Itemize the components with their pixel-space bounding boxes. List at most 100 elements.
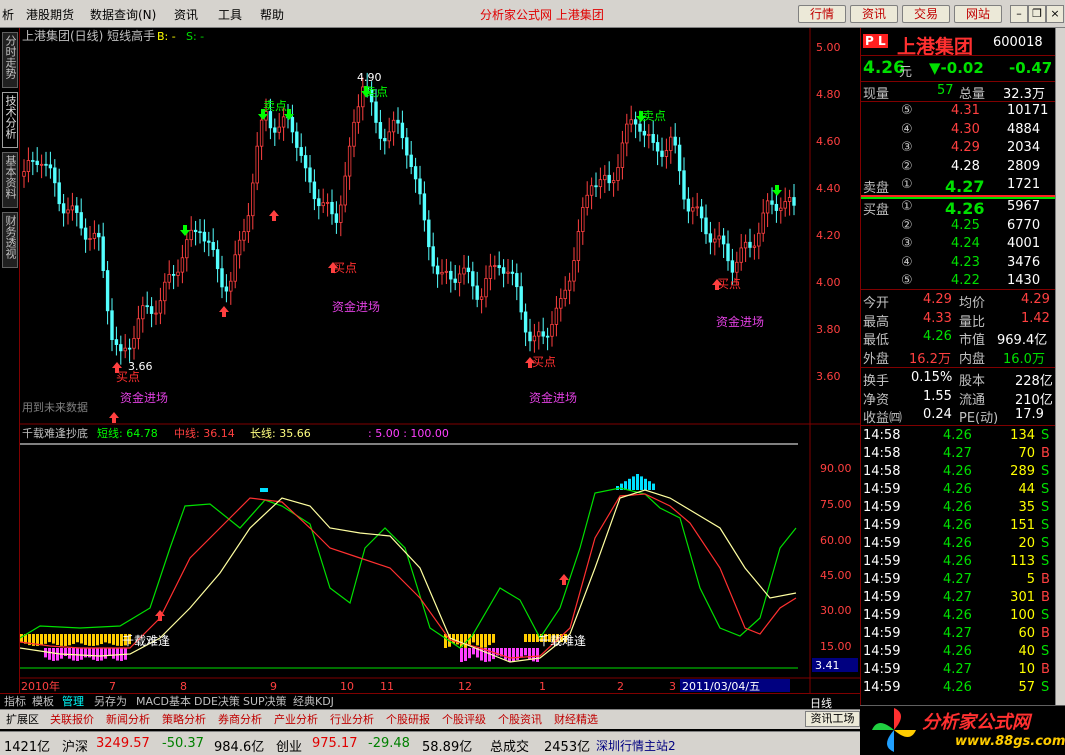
candle-body [594, 185, 598, 188]
sell-signal-label: 卖点 [263, 99, 287, 113]
menu-item-news[interactable]: 资讯 [174, 6, 198, 23]
status-cy-amount: 58.89亿 [422, 740, 473, 755]
ask-row: ④ 4.30 4884 [861, 122, 1056, 140]
func-broker[interactable]: 券商分析 [216, 712, 264, 728]
candle-body [167, 274, 171, 283]
candle-body [347, 145, 352, 177]
tick-time: 14:59 [863, 644, 901, 659]
func-rating[interactable]: 个股评级 [440, 712, 488, 728]
tick-side: S [1041, 608, 1050, 623]
pinwheel-icon [872, 708, 916, 752]
candle-body [251, 182, 255, 217]
quote-button[interactable]: 行情 [798, 5, 846, 23]
future-data-note: 用到未来数据 [22, 400, 88, 414]
tab-kdj[interactable]: 经典KDJ [293, 695, 334, 709]
tab-template[interactable]: 模板 [32, 695, 54, 709]
stat-row: 今开 4.29 均价 4.29 [861, 292, 1056, 311]
fund-label: 收益㈣ [863, 411, 903, 426]
indicator-bar [68, 634, 71, 646]
func-finance-select[interactable]: 财经精选 [552, 712, 600, 728]
tab-dde[interactable]: DDE决策 [194, 695, 240, 709]
ask-volume: 2809 [1007, 158, 1041, 174]
candle-body [176, 271, 180, 276]
status-total-amount: 2453亿 [544, 740, 591, 755]
func-stock-news[interactable]: 个股资讯 [496, 712, 544, 728]
fund-entry-label: 资金进场 [529, 390, 577, 405]
func-strategy[interactable]: 策略分析 [160, 712, 208, 728]
indicator-bar [528, 634, 531, 642]
chart-area[interactable]: 上港集团(日线) 短线高手 B: - S: - 5.00 4.80 4.60 4… [19, 28, 860, 693]
candle-body [66, 209, 70, 214]
bid-price: 4.26 [945, 199, 985, 218]
tick-side: B [1041, 590, 1050, 605]
tab-save-as[interactable]: 另存为 [94, 695, 127, 709]
func-news-analysis[interactable]: 新闻分析 [104, 712, 152, 728]
minimize-icon[interactable]: – [1010, 5, 1028, 23]
func-related-quote[interactable]: 关联报价 [48, 712, 96, 728]
menu-item-hk-futures[interactable]: 港股期货 [26, 6, 74, 23]
candle-body [704, 217, 708, 235]
tab-technical[interactable]: 技术分析 [2, 92, 18, 148]
indicator-bar [484, 634, 487, 648]
candle-body [625, 123, 629, 144]
tab-manage[interactable]: 管理 [62, 695, 84, 709]
tick-volume: 40 [1018, 644, 1035, 659]
func-sector[interactable]: 行业分析 [328, 712, 376, 728]
date-tick: 2 [617, 680, 624, 693]
tick-price: 4.27 [943, 626, 972, 641]
indicator-bar [112, 648, 115, 659]
tick-volume: 70 [1018, 446, 1035, 461]
status-station[interactable]: 深圳行情主站2 [596, 737, 676, 754]
tab-macd[interactable]: MACD基本 [136, 695, 191, 709]
tick-side: B [1041, 446, 1050, 461]
candle-body [145, 305, 149, 308]
price-tick: 4.60 [816, 135, 841, 148]
candle-body [343, 175, 347, 206]
tab-timeshare[interactable]: 分时走势 [2, 32, 18, 88]
indicator-bar [524, 648, 527, 656]
tick-price: 4.27 [943, 590, 972, 605]
candle-body [114, 339, 119, 345]
candle-body [440, 271, 444, 275]
menu-item-help[interactable]: 帮助 [260, 6, 284, 23]
tick-price: 4.27 [943, 446, 972, 461]
candle-body [757, 232, 761, 247]
tab-indicator[interactable]: 指标 [4, 695, 26, 709]
tick-time: 14:59 [863, 536, 901, 551]
trade-button[interactable]: 交易 [902, 5, 950, 23]
close-icon[interactable]: × [1046, 5, 1064, 23]
candle-body [70, 205, 75, 211]
date-tick: 2010年 [21, 679, 60, 693]
total-volume-label: 总量 [959, 87, 986, 102]
bid-level: ② [901, 217, 913, 233]
stat-row: 外盘 16.2万 内盘 16.0万 [861, 348, 1056, 367]
func-research[interactable]: 个股研报 [384, 712, 432, 728]
indicator-bar [640, 476, 643, 490]
func-extend[interactable]: 扩展区 [4, 712, 41, 728]
tab-financial[interactable]: 财务透视 [2, 212, 18, 268]
bid-volume: 6770 [1007, 217, 1041, 233]
restore-icon[interactable]: ❐ [1028, 5, 1046, 23]
info-workshop-button[interactable]: 资讯工场 [805, 711, 860, 727]
tick-time: 14:59 [863, 680, 901, 695]
candle-body [141, 305, 145, 320]
tick-side: B [1041, 662, 1050, 677]
candle-body [532, 335, 537, 342]
tab-basic-info[interactable]: 基本资料 [2, 152, 18, 208]
website-button[interactable]: 网站 [954, 5, 1002, 23]
tab-sup[interactable]: SUP决策 [243, 695, 287, 709]
menu-item-analysis[interactable]: 析 [2, 6, 14, 23]
tick-volume: 151 [1010, 518, 1035, 533]
indicator-bar [628, 478, 631, 490]
menu-item-data-query[interactable]: 数据查询(N) [90, 6, 156, 23]
tick-price: 4.26 [943, 680, 972, 695]
indicator-bar [104, 648, 107, 659]
menu-item-tools[interactable]: 工具 [218, 6, 242, 23]
func-industry[interactable]: 产业分析 [272, 712, 320, 728]
news-button[interactable]: 资讯 [850, 5, 898, 23]
candle-body [202, 231, 207, 242]
panel-scrollbar[interactable] [1055, 28, 1065, 705]
candle-body [713, 238, 717, 243]
kline-chart[interactable]: 上港集团(日线) 短线高手 B: - S: - 5.00 4.80 4.60 4… [19, 28, 860, 693]
stat-value: 4.33 [923, 310, 952, 326]
